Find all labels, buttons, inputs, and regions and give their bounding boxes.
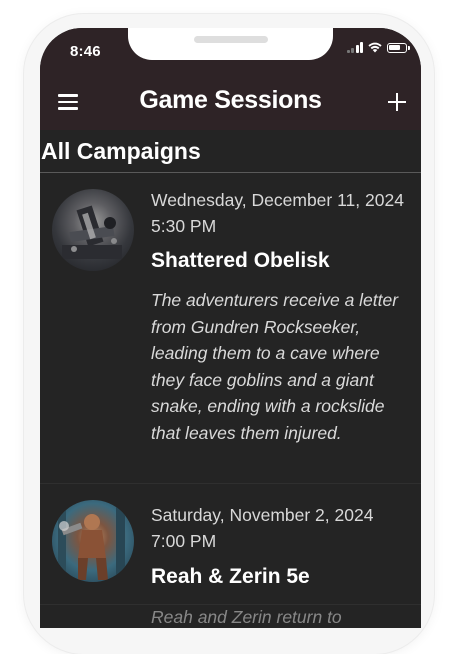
main-content: All Campaigns Wednesday, December 11, 20… <box>40 130 421 628</box>
session-name: Reah & Zerin 5e <box>151 565 310 588</box>
speaker-grille <box>194 36 268 43</box>
page-title: Game Sessions <box>139 86 322 114</box>
heroes-art-icon <box>58 506 125 580</box>
session-date: Saturday, November 2, 2024 7:00 PM <box>151 505 374 551</box>
add-session-button[interactable] <box>387 92 407 112</box>
session-date: Wednesday, December 11, 2024 5:30 PM <box>151 190 404 236</box>
session-card[interactable]: Saturday, November 2, 2024 7:00 PM Reah … <box>40 484 421 627</box>
session-thumbnail <box>52 189 134 271</box>
battery-icon <box>387 42 410 53</box>
session-description: Reah and Zerin return to <box>151 607 342 627</box>
session-description: The adventurers receive a letter from Gu… <box>151 290 399 443</box>
section-title: All Campaigns <box>40 130 421 173</box>
status-icons <box>346 42 410 53</box>
signal-icon <box>346 42 363 53</box>
wifi-icon <box>368 42 382 53</box>
session-name: Shattered Obelisk <box>151 249 330 272</box>
device-notch <box>128 28 333 60</box>
session-thumbnail <box>52 500 134 582</box>
status-bar: 8:46 <box>40 28 421 74</box>
app-screen: 8:46 Game Sessions All Campaigns Wednesd… <box>40 28 421 628</box>
session-card[interactable]: Wednesday, December 11, 2024 5:30 PM Sha… <box>40 173 421 484</box>
status-time: 8:46 <box>70 43 101 60</box>
app-header: Game Sessions <box>40 74 421 130</box>
obelisk-art-icon <box>62 205 122 259</box>
